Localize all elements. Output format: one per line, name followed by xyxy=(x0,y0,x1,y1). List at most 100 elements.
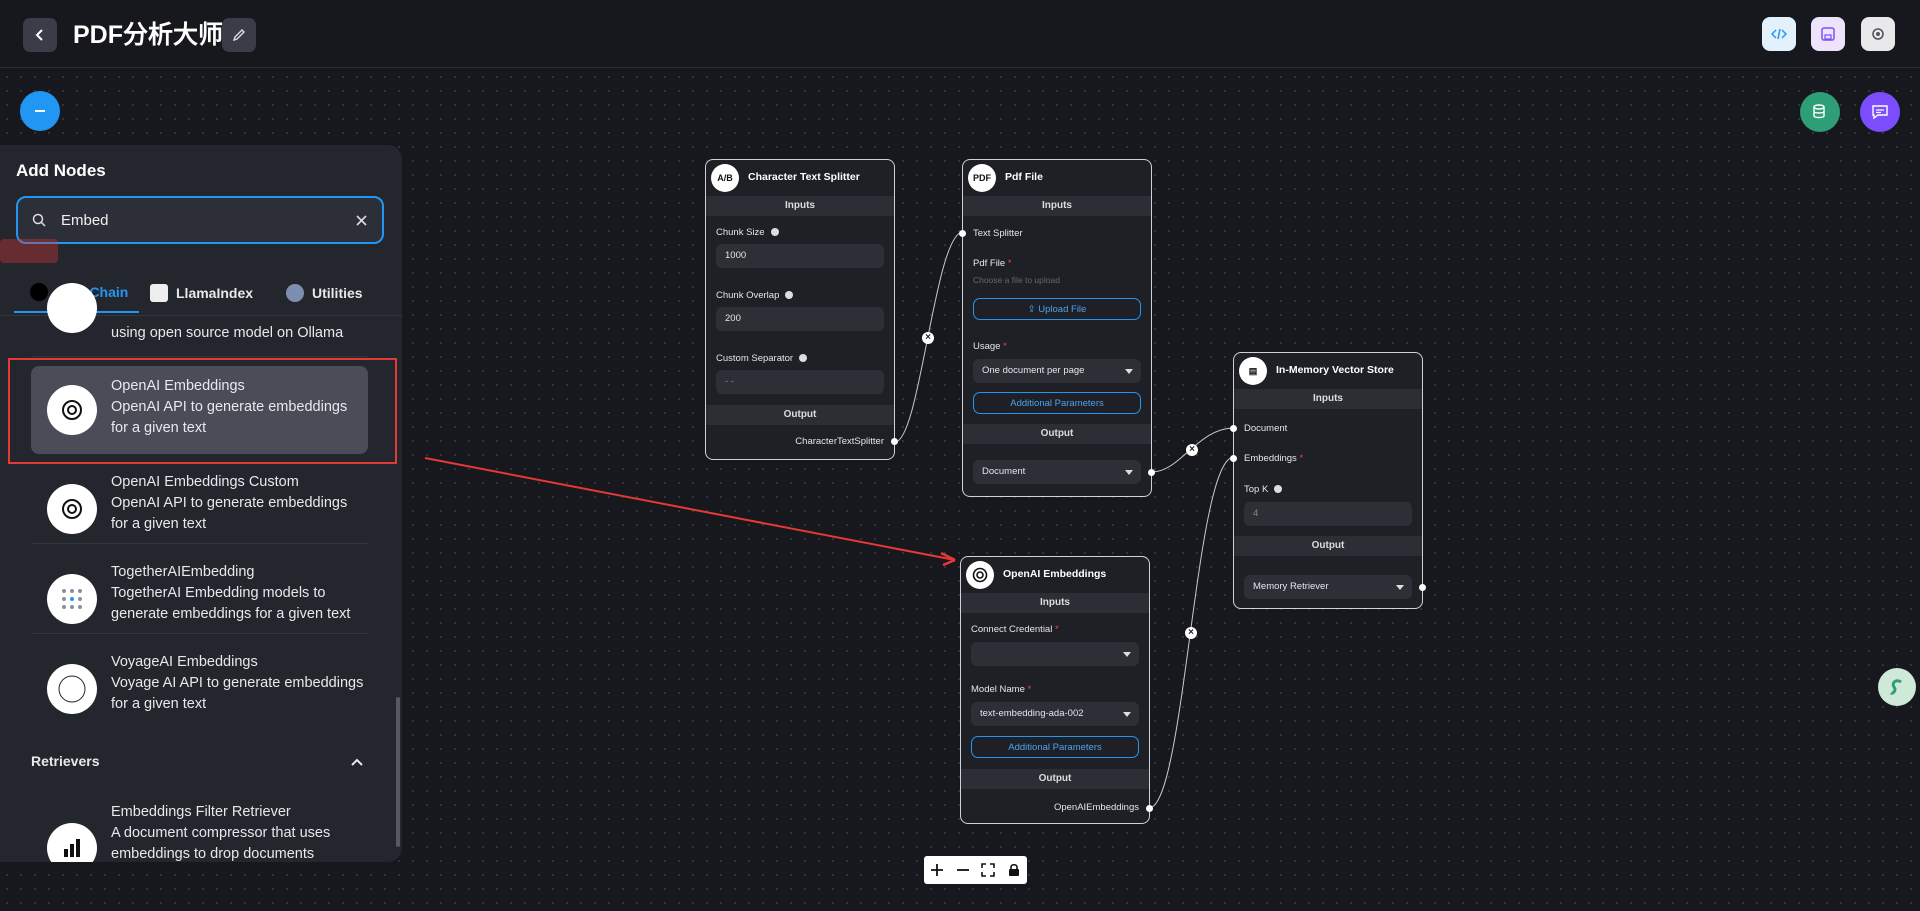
additional-parameters-button[interactable]: Additional Parameters xyxy=(971,736,1139,758)
togetherai-icon xyxy=(47,574,97,624)
node-pdf-file[interactable]: PDF Pdf File Inputs Text Splitter Pdf Fi… xyxy=(959,159,1155,497)
section-header-retrievers[interactable]: Retrievers xyxy=(31,753,100,769)
output-select[interactable]: Document xyxy=(973,460,1141,484)
tab-utilities[interactable]: Utilities xyxy=(286,273,363,313)
output-name: CharacterTextSplitter xyxy=(795,436,884,447)
usage-select[interactable]: One document per page xyxy=(973,359,1141,383)
assistant-badge[interactable] xyxy=(1878,668,1916,706)
node-character-text-splitter[interactable]: A/B Character Text Splitter Inputs Chunk… xyxy=(705,159,898,460)
chunk-size-input[interactable]: 1000 xyxy=(716,244,884,268)
bar-chart-icon xyxy=(47,823,97,862)
output-handle[interactable] xyxy=(891,438,898,445)
clear-search-icon[interactable] xyxy=(356,215,367,226)
info-icon xyxy=(785,291,794,300)
pdf-icon: PDF xyxy=(968,164,996,192)
output-header: Output xyxy=(961,769,1149,789)
canvas-controls xyxy=(924,856,1027,884)
document-handle[interactable] xyxy=(1230,425,1237,432)
lock-icon[interactable] xyxy=(1007,863,1021,877)
node-openai-embeddings[interactable]: OpenAI Embeddings Inputs Connect Credent… xyxy=(960,556,1153,824)
ollama-icon xyxy=(47,283,97,333)
item-description: Voyage AI API to generate embeddings for… xyxy=(111,675,364,712)
chunk-overlap-input[interactable]: 200 xyxy=(716,307,884,331)
additional-parameters-button[interactable]: Additional Parameters xyxy=(973,392,1141,414)
model-name-select[interactable]: text-embedding-ada-002 xyxy=(971,702,1139,726)
item-description: TogetherAI Embedding models to generate … xyxy=(111,585,351,622)
llama-icon xyxy=(150,284,168,302)
tab-llamaindex[interactable]: LlamaIndex xyxy=(150,273,253,313)
output-header: Output xyxy=(706,405,894,425)
list-item[interactable]: TogetherAIEmbedding TogetherAI Embedding… xyxy=(31,555,368,643)
output-handle[interactable] xyxy=(1419,584,1426,591)
list-item[interactable]: OpenAI Embeddings Custom OpenAI API to g… xyxy=(31,465,368,553)
panel-title: Add Nodes xyxy=(16,161,106,180)
zoom-out-icon[interactable] xyxy=(956,863,970,877)
annotation-arrow-2 xyxy=(424,457,956,561)
item-name: OpenAI Embeddings Custom xyxy=(111,474,299,490)
upload-icon: ⇪ xyxy=(1027,304,1039,315)
item-description: A document compressor that uses embeddin… xyxy=(111,825,331,862)
inputs-header: Inputs xyxy=(963,196,1151,216)
search-value: Embed xyxy=(61,212,109,229)
list-item-openai-embeddings[interactable]: OpenAI Embeddings OpenAI API to generate… xyxy=(31,366,368,454)
model-name-label: Model Name xyxy=(971,684,1025,695)
openai-icon xyxy=(966,561,994,589)
panel-scrollbar[interactable] xyxy=(396,697,400,847)
chunk-size-label: Chunk Size xyxy=(716,227,765,238)
output-select[interactable]: Memory Retriever xyxy=(1244,575,1412,599)
delete-edge-button[interactable]: × xyxy=(922,332,934,344)
node-title: Pdf File xyxy=(1005,171,1043,183)
chevron-down-icon xyxy=(1125,470,1133,475)
openai-icon xyxy=(47,484,97,534)
langchain-icon xyxy=(30,283,48,301)
fit-view-icon[interactable] xyxy=(981,863,996,877)
info-icon xyxy=(770,228,779,237)
item-description: OpenAI API to generate embeddings for a … xyxy=(111,495,348,532)
vector-store-icon: ▤ xyxy=(1239,357,1267,385)
pdf-file-label: Pdf File xyxy=(973,258,1006,269)
node-title: In-Memory Vector Store xyxy=(1276,364,1394,376)
separator-input[interactable]: - - xyxy=(716,370,884,394)
info-icon xyxy=(1274,485,1283,494)
list-item[interactable]: VoyageAI Embeddings Voyage AI API to gen… xyxy=(31,645,368,733)
list-item[interactable]: Embeddings Filter Retriever A document c… xyxy=(31,804,368,862)
output-handle[interactable] xyxy=(1146,805,1153,812)
item-name: VoyageAI Embeddings xyxy=(111,654,258,670)
upload-file-button[interactable]: ⇪ Upload File xyxy=(973,298,1141,320)
inputs-header: Inputs xyxy=(1234,389,1422,409)
output-header: Output xyxy=(963,424,1151,444)
embeddings-label: Embeddings xyxy=(1244,453,1297,464)
output-name: OpenAIEmbeddings xyxy=(1053,802,1139,813)
openai-icon xyxy=(47,385,97,435)
list-item[interactable]: using open source model on Ollama xyxy=(31,283,368,352)
chunk-overlap-label: Chunk Overlap xyxy=(716,290,780,301)
output-handle[interactable] xyxy=(1148,469,1155,476)
item-name: TogetherAIEmbedding xyxy=(111,564,255,580)
node-in-memory-vector-store[interactable]: ▤ In-Memory Vector Store Inputs Document… xyxy=(1230,352,1426,609)
node-title: Character Text Splitter xyxy=(748,171,860,183)
ai-edit-badge xyxy=(0,239,58,263)
search-icon xyxy=(32,213,46,227)
splitter-icon: A/B xyxy=(711,164,739,192)
embeddings-handle[interactable] xyxy=(1230,455,1237,462)
document-label: Document xyxy=(1244,423,1288,434)
item-name: OpenAI Embeddings xyxy=(111,378,245,394)
topk-input[interactable]: 4 xyxy=(1244,502,1412,526)
search-input[interactable]: Embed xyxy=(16,196,384,244)
voyageai-icon xyxy=(47,664,97,714)
credential-select[interactable] xyxy=(971,642,1139,666)
chevron-up-icon[interactable] xyxy=(350,757,364,767)
chevron-down-icon xyxy=(1396,585,1404,590)
inputs-header: Inputs xyxy=(706,196,894,216)
text-splitter-handle[interactable] xyxy=(959,230,966,237)
chevron-down-icon xyxy=(1125,369,1133,374)
node-title: OpenAI Embeddings xyxy=(1003,568,1107,580)
zoom-in-icon[interactable] xyxy=(930,863,944,877)
utilities-icon xyxy=(286,284,304,302)
inputs-header: Inputs xyxy=(961,593,1149,613)
delete-edge-button[interactable]: × xyxy=(1186,444,1198,456)
add-nodes-panel: Add Nodes Embed LangChain LlamaIndex Uti… xyxy=(0,145,402,862)
delete-edge-button[interactable]: × xyxy=(1185,627,1197,639)
chevron-down-icon xyxy=(1123,652,1131,657)
item-name: Embeddings Filter Retriever xyxy=(111,804,291,820)
